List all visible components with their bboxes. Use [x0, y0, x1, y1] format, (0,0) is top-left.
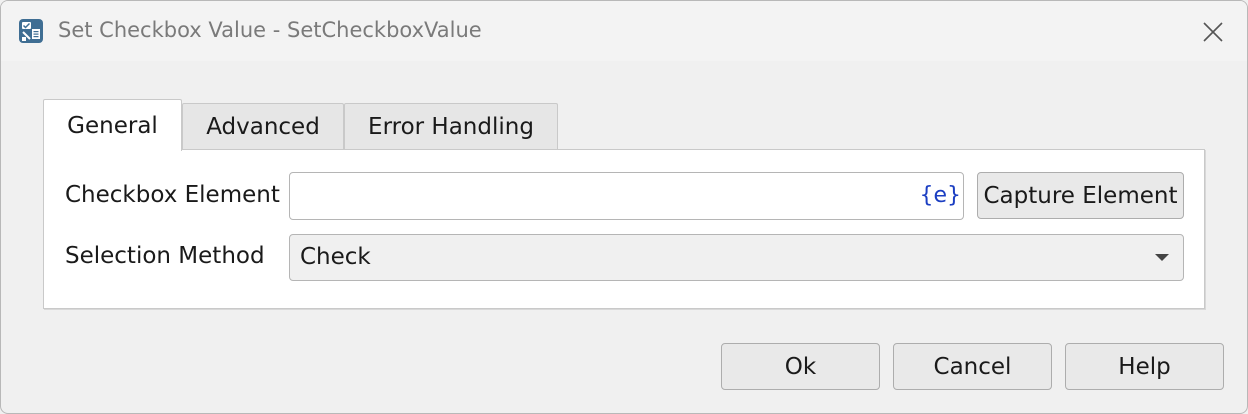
checkbox-element-label: Checkbox Element	[65, 182, 280, 208]
tab-label: Error Handling	[368, 113, 534, 140]
selection-method-select[interactable]: Check	[289, 234, 1184, 281]
tab-error-handling[interactable]: Error Handling	[344, 103, 558, 149]
cancel-button[interactable]: Cancel	[893, 343, 1052, 390]
tab-label: Advanced	[206, 113, 320, 140]
selection-method-value: Check	[300, 244, 371, 270]
tab-advanced[interactable]: Advanced	[182, 103, 344, 149]
title-bar[interactable]: Set Checkbox Value - SetCheckboxValue	[1, 1, 1247, 61]
selection-method-label: Selection Method	[65, 243, 265, 269]
checkbox-element-input[interactable]: {e}	[289, 172, 964, 220]
dialog-window: Set Checkbox Value - SetCheckboxValue Ge…	[0, 0, 1248, 414]
close-button[interactable]	[1195, 14, 1231, 50]
help-button[interactable]: Help	[1065, 343, 1224, 390]
window-title: Set Checkbox Value - SetCheckboxValue	[58, 18, 482, 42]
tab-label: General	[67, 112, 158, 139]
checkbox-action-icon	[19, 19, 43, 43]
chevron-down-icon	[1155, 254, 1169, 261]
tab-general[interactable]: General	[43, 99, 182, 151]
close-icon	[1203, 22, 1223, 42]
variable-insert-button[interactable]: {e}	[919, 183, 961, 208]
ok-button[interactable]: Ok	[721, 343, 880, 390]
capture-element-button[interactable]: Capture Element	[977, 172, 1184, 219]
